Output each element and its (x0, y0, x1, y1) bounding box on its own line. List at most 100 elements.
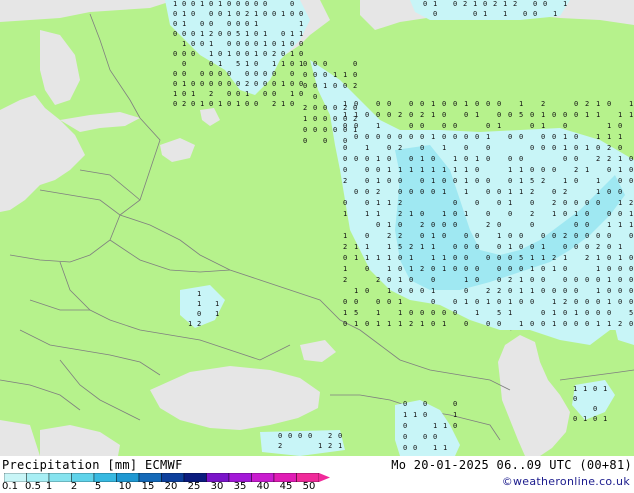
grid-value-label: 0 (497, 265, 501, 273)
grid-value-label: 1 (290, 50, 294, 58)
legend-tick-label: 5 (94, 481, 102, 492)
grid-value-label: 0 (508, 177, 512, 185)
grid-value-label: 0 (618, 122, 622, 130)
grid-value-label: 0 (574, 221, 578, 229)
grid-value-label: 1 (299, 30, 303, 38)
grid-value-label: 1 (541, 243, 545, 251)
grid-value-label: 2 (272, 50, 276, 58)
grid-value-label: 0 (420, 232, 424, 240)
grid-value-label: 1 (343, 71, 347, 79)
grid-value-label: 0 (182, 30, 186, 38)
grid-value-label: 0 (409, 287, 413, 295)
grid-value-label: 1 (245, 60, 249, 68)
grid-value-label: 0 (563, 122, 567, 130)
grid-value-label: 1 (519, 320, 523, 328)
grid-value-label: 0 (191, 80, 195, 88)
grid-value-label: 0 (387, 276, 391, 284)
grid-value-label: 0 (173, 100, 177, 108)
grid-value-label: 0 (530, 166, 534, 174)
grid-value-label: 0 (263, 10, 267, 18)
grid-value-label: 1 (508, 188, 512, 196)
grid-value-label: 2 (398, 210, 402, 218)
grid-value-label: 0 (585, 298, 589, 306)
grid-value-label: 1 (188, 320, 192, 328)
grid-value-label: 1 (420, 243, 424, 251)
grid-value-label: 1 (354, 254, 358, 262)
grid-value-label: 1 (442, 144, 446, 152)
grid-value-label: 1 (272, 60, 276, 68)
grid-value-label: 1 (508, 199, 512, 207)
grid-value-label: 5 (398, 243, 402, 251)
grid-value-label: 2 (574, 166, 578, 174)
grid-value-label: 1 (475, 309, 479, 317)
grid-value-label: 1 (596, 254, 600, 262)
grid-value-label: 2 (420, 111, 424, 119)
grid-value-label: 0 (530, 320, 534, 328)
grid-value-label: 2 (197, 320, 201, 328)
grid-value-label: 0 (218, 10, 222, 18)
grid-value-label: 2 (497, 287, 501, 295)
grid-value-label: 0 (486, 144, 490, 152)
grid-value-label: 0 (288, 432, 292, 440)
grid-value-label: 0 (541, 166, 545, 174)
map-title: Precipitation [mm] ECMWF (2, 458, 183, 472)
grid-value-label: 1 (585, 166, 589, 174)
grid-value-label: 0 (290, 70, 294, 78)
grid-value-label: 0 (574, 133, 578, 141)
grid-value-label: 0 (486, 210, 490, 218)
grid-value-label: 2 (398, 199, 402, 207)
grid-value-label: 0 (263, 0, 267, 8)
grid-value-label: 0 (227, 70, 231, 78)
grid-value-label: 0 (530, 276, 534, 284)
grid-value-label: 0 (618, 177, 622, 185)
credit-link[interactable]: ©weatheronline.co.uk (502, 475, 630, 488)
grid-value-label: 1 (376, 309, 380, 317)
grid-value-label: 1 (464, 100, 468, 108)
grid-value-label: 1 (343, 232, 347, 240)
grid-value-label: 0 (618, 188, 622, 196)
legend-tick-label: 2 (70, 481, 78, 492)
grid-value-label: 0 (209, 10, 213, 18)
grid-value-label: 0 (464, 243, 468, 251)
grid-value-label: 1 (442, 166, 446, 174)
grid-value-label: 0 (508, 133, 512, 141)
grid-value-label: 0 (365, 155, 369, 163)
grid-value-label: 1 (227, 10, 231, 18)
grid-value-label: 0 (530, 199, 534, 207)
grid-value-label: 0 (585, 276, 589, 284)
grid-value-label: 0 (563, 243, 567, 251)
grid-value-label: 0 (629, 155, 633, 163)
grid-value-label: 2 (209, 30, 213, 38)
grid-value-label: 0 (353, 71, 357, 79)
grid-value-label: 1 (409, 210, 413, 218)
grid-value-label: 1 (227, 50, 231, 58)
grid-value-label: 0 (593, 415, 597, 423)
grid-value-label: 0 (563, 320, 567, 328)
grid-value-label: 1 (431, 254, 435, 262)
grid-value-label: 0 (464, 254, 468, 262)
grid-value-label: 1 (519, 188, 523, 196)
grid-value-label: 1 (618, 221, 622, 229)
grid-value-label: 0 (431, 320, 435, 328)
grid-value-label: 1 (431, 243, 435, 251)
grid-value-label: 2 (541, 100, 545, 108)
grid-value-label: 2 (328, 432, 332, 440)
grid-value-label: 0 (173, 30, 177, 38)
grid-value-label: 2 (343, 276, 347, 284)
grid-value-label: 0 (607, 166, 611, 174)
grid-value-label: 1 (629, 221, 633, 229)
grid-value-label: 0 (596, 144, 600, 152)
grid-value-label: 0 (475, 298, 479, 306)
grid-value-label: 0 (453, 309, 457, 317)
grid-value-label: 0 (254, 60, 258, 68)
grid-value-label: 0 (607, 265, 611, 273)
grid-value-label: 0 (236, 80, 240, 88)
grid-value-label: 2 (541, 177, 545, 185)
grid-value-label: 0 (453, 265, 457, 273)
grid-value-label: 1 (563, 144, 567, 152)
grid-value-label: 0 (191, 50, 195, 58)
grid-value-label: 0 (486, 188, 490, 196)
grid-value-label: 0 (376, 221, 380, 229)
grid-value-label: 1 (281, 80, 285, 88)
grid-value-label: 1 (343, 265, 347, 273)
